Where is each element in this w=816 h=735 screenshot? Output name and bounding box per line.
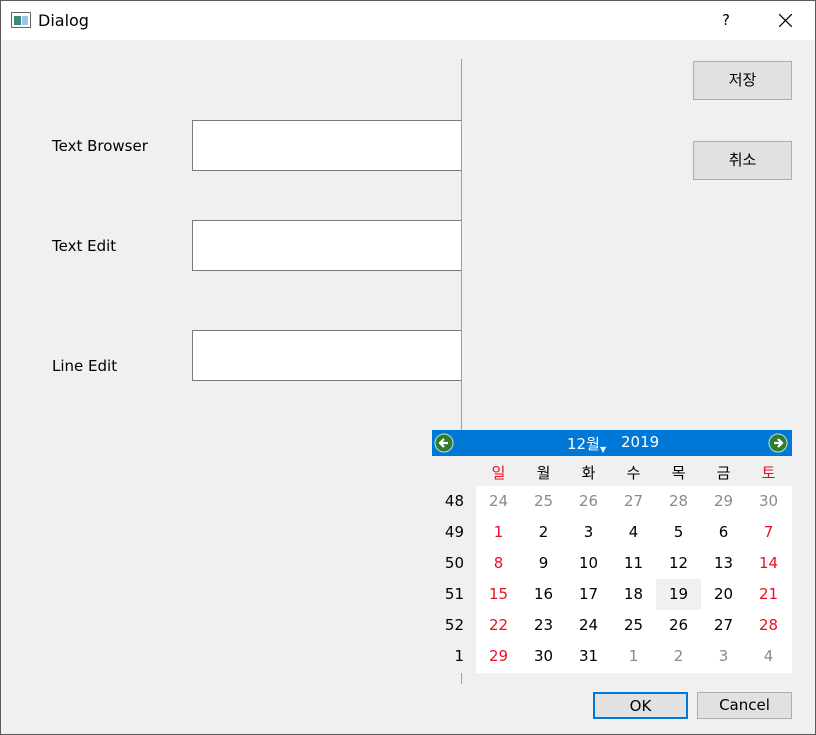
calendar-navigation-bar: 12월 ▼ 2019 (432, 430, 792, 456)
calendar-day[interactable]: 29 (701, 486, 746, 517)
calendar-month-selector[interactable]: 12월 (567, 433, 600, 454)
calendar-day[interactable]: 30 (746, 486, 791, 517)
calendar-day[interactable]: 4 (746, 641, 791, 672)
day-of-week-label: 금 (716, 464, 731, 482)
calendar-day[interactable]: 18 (611, 579, 656, 610)
calendar-day[interactable]: 9 (521, 548, 566, 579)
week-number-column: 48 49 50 51 52 1 (432, 456, 476, 673)
week-number: 49 (444, 523, 464, 541)
day-of-week-header: 일월화수목금토 (476, 456, 792, 486)
day-of-week-label: 일 (491, 464, 506, 482)
prev-month-icon[interactable] (434, 433, 454, 453)
window-title: Dialog (38, 11, 89, 30)
calendar-day[interactable]: 1 (476, 517, 521, 548)
calendar-day[interactable]: 28 (746, 610, 791, 641)
calendar-day[interactable]: 30 (521, 641, 566, 672)
calendar-day[interactable]: 8 (476, 548, 521, 579)
calendar-day[interactable]: 16 (521, 579, 566, 610)
calendar-day[interactable]: 15 (476, 579, 521, 610)
calendar-day[interactable]: 28 (656, 486, 701, 517)
close-icon (779, 14, 792, 27)
week-number: 50 (444, 554, 464, 572)
calendar-year-selector[interactable]: 2019 (621, 433, 659, 451)
dialog-window: Dialog ? Text Browser Text Edit Line Edi… (0, 0, 816, 735)
cancel-button[interactable]: Cancel (697, 692, 792, 719)
calendar-day[interactable]: 2 (656, 641, 701, 672)
calendar-day[interactable]: 27 (701, 610, 746, 641)
day-of-week-label: 화 (581, 464, 596, 482)
line-edit-label: Line Edit (52, 357, 118, 375)
calendar-day[interactable]: 26 (566, 486, 611, 517)
text-browser[interactable] (192, 120, 462, 171)
calendar-day[interactable]: 12 (656, 548, 701, 579)
day-of-week-label: 수 (626, 464, 641, 482)
calendar-day[interactable]: 27 (611, 486, 656, 517)
ok-button[interactable]: OK (593, 692, 688, 719)
calendar-day[interactable]: 14 (746, 548, 791, 579)
calendar-day[interactable]: 2 (521, 517, 566, 548)
calendar-day[interactable]: 25 (611, 610, 656, 641)
calendar-day[interactable]: 25 (521, 486, 566, 517)
calendar-day[interactable]: 26 (656, 610, 701, 641)
cancel-side-button[interactable]: 취소 (693, 141, 792, 180)
next-month-icon[interactable] (768, 433, 788, 453)
calendar-day[interactable]: 17 (566, 579, 611, 610)
calendar-day[interactable]: 22 (476, 610, 521, 641)
calendar-day[interactable]: 3 (566, 517, 611, 548)
calendar-day[interactable]: 23 (521, 610, 566, 641)
calendar-day[interactable]: 31 (566, 641, 611, 672)
close-button[interactable] (761, 1, 811, 40)
text-edit[interactable] (192, 220, 462, 271)
chevron-down-icon[interactable]: ▼ (600, 445, 606, 454)
calendar-day[interactable]: 4 (611, 517, 656, 548)
calendar-day[interactable]: 24 (566, 610, 611, 641)
line-edit[interactable] (192, 330, 462, 381)
day-of-week-label: 월 (536, 464, 551, 482)
week-number: 52 (444, 616, 464, 634)
calendar-widget: 12월 ▼ 2019 48 49 50 51 52 1 일월화수목금토 24 25 26 27 2… (432, 430, 792, 673)
text-browser-label: Text Browser (52, 137, 148, 155)
day-of-week-label: 토 (761, 464, 776, 482)
calendar-day[interactable]: 20 (701, 579, 746, 610)
calendar-day[interactable]: 13 (701, 548, 746, 579)
text-edit-label: Text Edit (52, 237, 117, 255)
app-icon (11, 12, 31, 28)
calendar-day[interactable]: 6 (701, 517, 746, 548)
calendar-day[interactable]: 24 (476, 486, 521, 517)
day-of-week-label: 목 (671, 464, 686, 482)
help-button[interactable]: ? (701, 1, 751, 40)
calendar-day[interactable]: 10 (566, 548, 611, 579)
save-button[interactable]: 저장 (693, 61, 792, 100)
calendar-day[interactable]: 29 (476, 641, 521, 672)
week-number: 51 (444, 585, 464, 603)
week-number: 1 (454, 647, 464, 665)
calendar-day[interactable]: 11 (611, 548, 656, 579)
calendar-day[interactable]: 1 (611, 641, 656, 672)
calendar-day[interactable]: 7 (746, 517, 791, 548)
calendar-day[interactable]: 3 (701, 641, 746, 672)
week-number: 48 (444, 492, 464, 510)
title-bar[interactable]: Dialog ? (1, 1, 815, 40)
calendar-day[interactable]: 19 (656, 579, 701, 610)
calendar-day[interactable]: 21 (746, 579, 791, 610)
calendar-day[interactable]: 5 (656, 517, 701, 548)
